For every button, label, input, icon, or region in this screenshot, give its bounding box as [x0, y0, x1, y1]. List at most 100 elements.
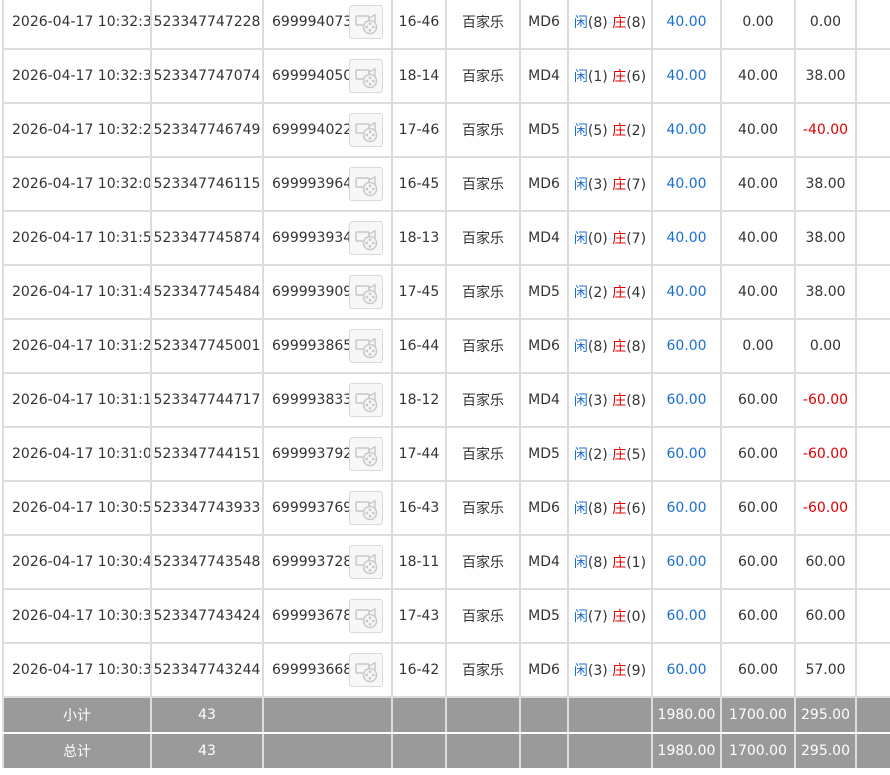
win-loss-cell: -60.00 [794, 372, 857, 428]
win-loss: -60.00 [802, 392, 849, 408]
bet-number: 523347747228 [153, 14, 261, 30]
room-code: MD5 [528, 608, 560, 624]
banker-label: 庄 [612, 393, 627, 409]
game-number: 699993792 [272, 446, 353, 462]
valid-amount: 40.00 [737, 230, 779, 246]
game-type: 百家乐 [462, 555, 504, 571]
valid-amount: 60.00 [737, 662, 779, 678]
bet-time-cell: 2026-04-17 10:30:54 [2, 480, 152, 536]
table-number: 18-13 [398, 230, 440, 246]
bet-amount-cell: 60.00 [651, 588, 722, 644]
trailing-cell [855, 264, 890, 320]
valid-amount: 40.00 [737, 284, 779, 300]
table-number: 17-46 [398, 122, 440, 138]
game-number-cell: 699993728 [262, 534, 393, 590]
valid-amount-cell: 40.00 [720, 156, 796, 212]
total-empty-cell [519, 732, 569, 770]
valid-amount: 60.00 [737, 608, 779, 624]
valid-amount-cell: 40.00 [720, 102, 796, 158]
bet-number-cell: 523347745874 [150, 210, 264, 266]
player-points: (8) [587, 501, 608, 517]
game-number-cell: 699993792 [262, 426, 393, 482]
table-number-cell: 16-43 [391, 480, 447, 536]
video-playback-button[interactable] [349, 113, 383, 147]
room-cell: MD4 [519, 534, 569, 590]
game-number: 699993865 [272, 338, 353, 354]
room-code: MD5 [528, 284, 560, 300]
subtotal-empty-cell [445, 696, 521, 734]
bet-time: 2026-04-17 10:30:34 [12, 662, 151, 678]
win-loss: -60.00 [802, 446, 849, 462]
win-loss: 38.00 [805, 230, 846, 246]
game-type-cell: 百家乐 [445, 156, 521, 212]
game-number: 699993668 [272, 662, 353, 678]
video-playback-button[interactable] [349, 491, 383, 525]
table-row: 2026-04-17 10:31:27 523347745001 6999938… [2, 318, 890, 374]
video-playback-button[interactable] [349, 545, 383, 579]
table-number-cell: 18-13 [391, 210, 447, 266]
bet-amount: 40.00 [666, 284, 707, 300]
table-number: 16-44 [398, 338, 440, 354]
valid-amount: 60.00 [737, 446, 779, 462]
bet-number: 523347744151 [153, 446, 261, 462]
video-playback-button[interactable] [349, 167, 383, 201]
table-row: 2026-04-17 10:32:33 523347747074 6999940… [2, 48, 890, 104]
bet-number: 523347745001 [153, 338, 261, 354]
video-playback-button[interactable] [349, 383, 383, 417]
trailing-cell [855, 426, 890, 482]
banker-points: (8) [626, 15, 647, 31]
player-points: (8) [587, 15, 608, 31]
table-number: 18-12 [398, 392, 440, 408]
game-number-cell: 699993934 [262, 210, 393, 266]
subtotal-empty-cell [855, 696, 890, 734]
table-row: 2026-04-17 10:30:41 523347743548 6999937… [2, 534, 890, 590]
table-number-cell: 18-12 [391, 372, 447, 428]
trailing-cell [855, 318, 890, 374]
room-cell: MD6 [519, 156, 569, 212]
video-playback-button[interactable] [349, 59, 383, 93]
game-number-cell: 699993769 [262, 480, 393, 536]
bet-number-cell: 523347745484 [150, 264, 264, 320]
player-label: 闲 [573, 123, 588, 139]
player-label: 闲 [573, 15, 588, 31]
table-row: 2026-04-17 10:30:54 523347743933 6999937… [2, 480, 890, 536]
total-win-loss: 295.00 [794, 732, 857, 770]
player-points: (1) [587, 69, 608, 85]
trailing-cell [855, 372, 890, 428]
player-label: 闲 [573, 231, 588, 247]
room-cell: MD5 [519, 426, 569, 482]
room-cell: MD5 [519, 264, 569, 320]
table-number: 18-14 [398, 68, 440, 84]
bet-time-cell: 2026-04-17 10:30:34 [2, 642, 152, 698]
game-type: 百家乐 [462, 285, 504, 301]
game-type-cell: 百家乐 [445, 210, 521, 266]
game-number: 699993909 [272, 284, 353, 300]
video-playback-button[interactable] [349, 275, 383, 309]
valid-amount: 0.00 [742, 338, 774, 354]
game-number: 699993833 [272, 392, 353, 408]
game-type: 百家乐 [462, 123, 504, 139]
table-row: 2026-04-17 10:31:40 523347745484 6999939… [2, 264, 890, 320]
win-loss: -40.00 [802, 122, 849, 138]
bet-time: 2026-04-17 10:31:52 [12, 230, 151, 246]
banker-label: 庄 [612, 447, 627, 463]
game-type-cell: 百家乐 [445, 642, 521, 698]
video-playback-button[interactable] [349, 5, 383, 39]
game-type: 百家乐 [462, 447, 504, 463]
win-loss: 60.00 [805, 608, 846, 624]
video-playback-button[interactable] [349, 599, 383, 633]
player-points: (2) [587, 285, 608, 301]
banker-points: (6) [626, 69, 647, 85]
valid-amount: 40.00 [737, 68, 779, 84]
room-cell: MD5 [519, 588, 569, 644]
room-cell: MD6 [519, 0, 569, 50]
video-playback-button[interactable] [349, 653, 383, 687]
banker-points: (7) [626, 177, 647, 193]
bet-amount-cell: 40.00 [651, 264, 722, 320]
video-playback-button[interactable] [349, 329, 383, 363]
video-playback-button[interactable] [349, 437, 383, 471]
player-points: (7) [587, 609, 608, 625]
video-playback-button[interactable] [349, 221, 383, 255]
total-valid-amount: 1700.00 [720, 732, 796, 770]
room-code: MD4 [528, 554, 560, 570]
